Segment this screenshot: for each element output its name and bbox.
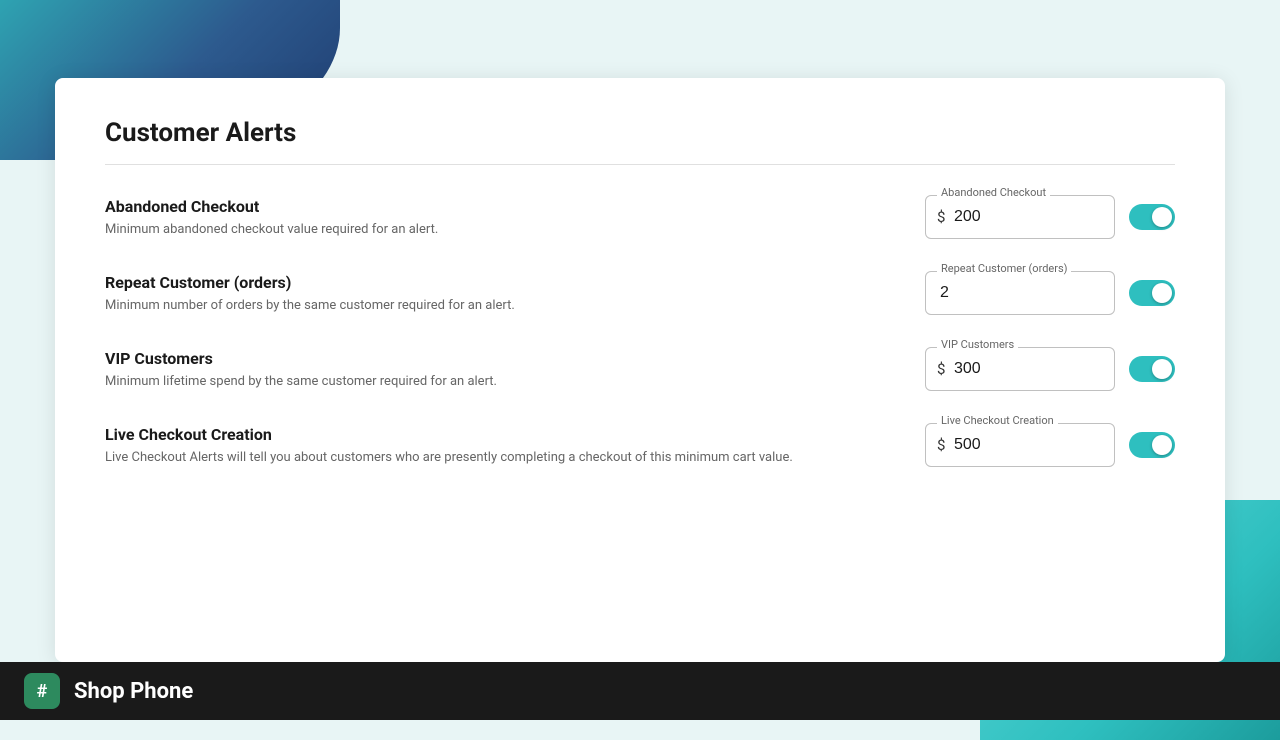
toggle-track-abandoned-checkout (1129, 204, 1175, 230)
alert-control-vip-customers: VIP Customers$ (925, 347, 1175, 391)
main-card: Customer Alerts Abandoned Checkout Minimu… (55, 78, 1225, 662)
alert-title-vip-customers: VIP Customers (105, 349, 925, 368)
alert-desc-abandoned-checkout: Minimum abandoned checkout value require… (105, 222, 925, 237)
toggle-thumb-abandoned-checkout (1152, 207, 1172, 227)
toggle-thumb-live-checkout (1152, 435, 1172, 455)
alert-desc-vip-customers: Minimum lifetime spend by the same custo… (105, 374, 925, 389)
alert-info-live-checkout: Live Checkout Creation Live Checkout Aler… (105, 425, 925, 465)
alert-control-live-checkout: Live Checkout Creation$ (925, 423, 1175, 467)
toggle-track-vip-customers (1129, 356, 1175, 382)
toggle-track-repeat-customer (1129, 280, 1175, 306)
page-title: Customer Alerts (105, 118, 1175, 148)
toggle-repeat-customer[interactable] (1129, 280, 1175, 306)
toggle-vip-customers[interactable] (1129, 356, 1175, 382)
toggle-thumb-vip-customers (1152, 359, 1172, 379)
input-label-live-checkout: Live Checkout Creation (937, 414, 1058, 427)
bottom-bar: # Shop Phone (0, 662, 1280, 720)
alert-desc-repeat-customer: Minimum number of orders by the same cus… (105, 298, 925, 313)
input-group-live-checkout: Live Checkout Creation$ (925, 423, 1115, 467)
input-group-abandoned-checkout: Abandoned Checkout$ (925, 195, 1115, 239)
alert-title-abandoned-checkout: Abandoned Checkout (105, 197, 925, 216)
alert-desc-live-checkout: Live Checkout Alerts will tell you about… (105, 450, 925, 465)
input-label-vip-customers: VIP Customers (937, 338, 1018, 351)
input-group-vip-customers: VIP Customers$ (925, 347, 1115, 391)
input-group-repeat-customer: Repeat Customer (orders) (925, 271, 1115, 315)
input-field-abandoned-checkout[interactable] (925, 195, 1115, 239)
alert-info-vip-customers: VIP Customers Minimum lifetime spend by t… (105, 349, 925, 389)
app-icon-symbol: # (37, 681, 48, 702)
input-field-repeat-customer[interactable] (925, 271, 1115, 315)
alert-control-repeat-customer: Repeat Customer (orders) (925, 271, 1175, 315)
alert-title-repeat-customer: Repeat Customer (orders) (105, 273, 925, 292)
input-field-live-checkout[interactable] (925, 423, 1115, 467)
toggle-live-checkout[interactable] (1129, 432, 1175, 458)
alert-row-live-checkout: Live Checkout Creation Live Checkout Aler… (105, 423, 1175, 467)
alert-info-abandoned-checkout: Abandoned Checkout Minimum abandoned chec… (105, 197, 925, 237)
alert-info-repeat-customer: Repeat Customer (orders) Minimum number o… (105, 273, 925, 313)
input-label-abandoned-checkout: Abandoned Checkout (937, 186, 1050, 199)
app-icon: # (24, 673, 60, 709)
alerts-container: Abandoned Checkout Minimum abandoned chec… (105, 195, 1175, 467)
alert-row-vip-customers: VIP Customers Minimum lifetime spend by t… (105, 347, 1175, 391)
toggle-track-live-checkout (1129, 432, 1175, 458)
title-divider (105, 164, 1175, 165)
alert-title-live-checkout: Live Checkout Creation (105, 425, 925, 444)
alert-control-abandoned-checkout: Abandoned Checkout$ (925, 195, 1175, 239)
app-name: Shop Phone (74, 679, 193, 704)
alert-row-repeat-customer: Repeat Customer (orders)Minimum number o… (105, 271, 1175, 315)
input-field-vip-customers[interactable] (925, 347, 1115, 391)
toggle-abandoned-checkout[interactable] (1129, 204, 1175, 230)
alert-row-abandoned-checkout: Abandoned Checkout Minimum abandoned chec… (105, 195, 1175, 239)
input-label-repeat-customer: Repeat Customer (orders) (937, 262, 1071, 275)
toggle-thumb-repeat-customer (1152, 283, 1172, 303)
